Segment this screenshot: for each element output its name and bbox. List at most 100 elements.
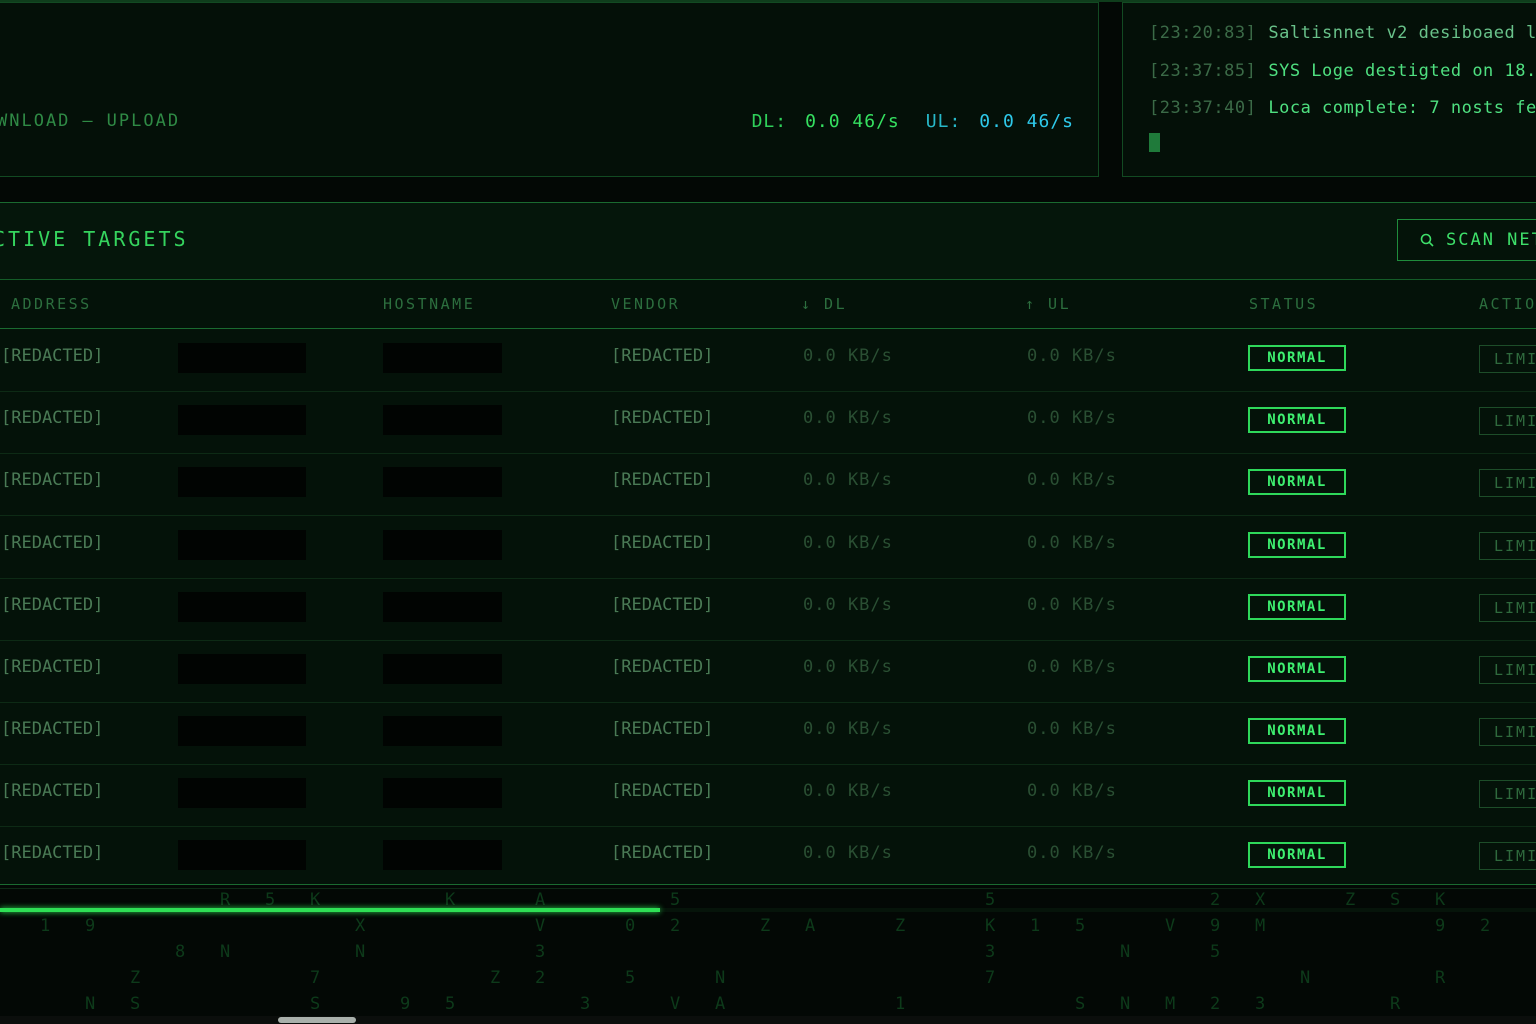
matrix-glyph: S — [1075, 994, 1086, 1014]
limit-button[interactable]: LIMIT — [1479, 718, 1536, 746]
column-header-hostname[interactable]: HOSTNAME — [383, 295, 475, 313]
table-row[interactable]: [REDACTED] [REDACTED] 0.0 KB/s 0.0 KB/s NORM… — [0, 764, 1536, 827]
redaction-block — [178, 716, 306, 746]
status-badge: NORMAL — [1248, 345, 1346, 371]
limit-button[interactable]: LIMIT — [1479, 469, 1536, 497]
scrollbar-thumb[interactable] — [278, 1017, 356, 1023]
dl-cell: 0.0 KB/s — [803, 595, 893, 615]
column-header-vendor[interactable]: VENDOR — [611, 295, 680, 313]
vendor-cell: [REDACTED] — [611, 781, 714, 801]
column-header-ip[interactable]: ADDRESS — [11, 295, 92, 313]
matrix-glyph: 3 — [535, 942, 546, 962]
scan-network-button[interactable]: SCAN NET — [1397, 219, 1536, 261]
traffic-panel: WNLOAD — UPLOAD DL: 0.0 46/s UL: 0.0 46/s — [0, 2, 1099, 177]
matrix-glyph: 2 — [1480, 916, 1491, 936]
redaction-block — [178, 778, 306, 808]
matrix-glyph: 2 — [1210, 890, 1221, 910]
dl-cell: 0.0 KB/s — [803, 408, 893, 428]
limit-button[interactable]: LIMIT — [1479, 594, 1536, 622]
matrix-glyph: X — [1255, 890, 1266, 910]
dl-cell: 0.0 KB/s — [803, 719, 893, 739]
limit-button[interactable]: LIMIT — [1479, 656, 1536, 684]
ul-cell: 0.0 KB/s — [1027, 595, 1117, 615]
status-badge: NORMAL — [1248, 407, 1346, 433]
matrix-glyph: Z — [490, 968, 501, 988]
ip-cell: [REDACTED] — [1, 781, 104, 801]
table-row[interactable]: [REDACTED] [REDACTED] 0.0 KB/s 0.0 KB/s NORM… — [0, 329, 1536, 392]
table-header: ADDRESS HOSTNAME VENDOR ↓ DL ↑ UL STATUS… — [0, 279, 1536, 329]
log-entry: [23:20:83] Saltisnnet v2 desiboaed l — [1149, 23, 1536, 43]
dl-rate-value: 0.0 46/s — [805, 111, 900, 132]
matrix-glyph: 9 — [400, 994, 411, 1014]
status-badge: NORMAL — [1248, 469, 1346, 495]
ul-rate-value: 0.0 46/s — [979, 111, 1074, 132]
targets-title: CTIVE TARGETS — [0, 227, 189, 251]
matrix-glyph: Z — [760, 916, 771, 936]
vendor-cell: [REDACTED] — [611, 657, 714, 677]
dl-cell: 0.0 KB/s — [803, 533, 893, 553]
hostname-redaction-block — [383, 592, 502, 622]
log-message: Loca complete: 7 nosts fe — [1268, 98, 1536, 118]
column-header-status[interactable]: STATUS — [1249, 295, 1318, 313]
matrix-glyph: 3 — [985, 942, 996, 962]
matrix-glyph: N — [220, 942, 231, 962]
matrix-glyph: Z — [130, 968, 141, 988]
table-row[interactable]: [REDACTED] [REDACTED] 0.0 KB/s 0.0 KB/s NORM… — [0, 516, 1536, 579]
matrix-glyph: N — [1120, 994, 1131, 1014]
matrix-glyph: 2 — [670, 916, 681, 936]
legend-separator: — — [82, 111, 95, 131]
matrix-glyph: Z — [1345, 890, 1356, 910]
dl-cell: 0.0 KB/s — [803, 470, 893, 490]
status-badge: NORMAL — [1248, 594, 1346, 620]
column-header-ul[interactable]: ↑ UL — [1025, 295, 1071, 313]
status-badge: NORMAL — [1248, 780, 1346, 806]
table-row[interactable]: [REDACTED] [REDACTED] 0.0 KB/s 0.0 KB/s NORM… — [0, 391, 1536, 454]
legend-download: WNLOAD — [0, 111, 71, 131]
log-entry: [23:37:40] Loca complete: 7 nosts fe — [1149, 98, 1536, 118]
table-row[interactable]: [REDACTED] [REDACTED] 0.0 KB/s 0.0 KB/s NORM… — [0, 826, 1536, 889]
matrix-glyph: K — [310, 890, 321, 910]
limit-button[interactable]: LIMIT — [1479, 532, 1536, 560]
matrix-glyph: V — [1165, 916, 1176, 936]
table-row[interactable]: [REDACTED] [REDACTED] 0.0 KB/s 0.0 KB/s NORM… — [0, 702, 1536, 765]
table-row[interactable]: [REDACTED] [REDACTED] 0.0 KB/s 0.0 KB/s NORM… — [0, 453, 1536, 516]
matrix-glyph: A — [715, 994, 726, 1014]
table-row[interactable]: [REDACTED] [REDACTED] 0.0 KB/s 0.0 KB/s NORM… — [0, 640, 1536, 703]
limit-button[interactable]: LIMIT — [1479, 407, 1536, 435]
matrix-glyph: 1 — [895, 994, 906, 1014]
limit-button[interactable]: LIMIT — [1479, 780, 1536, 808]
limit-button[interactable]: LIMIT — [1479, 842, 1536, 870]
matrix-glyph: 5 — [670, 890, 681, 910]
matrix-glyph: Z — [895, 916, 906, 936]
status-badge: NORMAL — [1248, 532, 1346, 558]
hostname-redaction-block — [383, 405, 502, 435]
log-timestamp: [23:37:85] — [1149, 61, 1257, 81]
matrix-glyph: K — [445, 890, 456, 910]
matrix-glyph: 5 — [1210, 942, 1221, 962]
ul-cell: 0.0 KB/s — [1027, 470, 1117, 490]
redaction-block — [178, 467, 306, 497]
matrix-glyph: 7 — [985, 968, 996, 988]
matrix-glyph: S — [1390, 890, 1401, 910]
ip-cell: [REDACTED] — [1, 719, 104, 739]
redaction-block — [178, 840, 306, 870]
matrix-glyph: 0 — [625, 916, 636, 936]
bottom-scrollbar-track[interactable] — [0, 1016, 1536, 1024]
column-header-dl[interactable]: ↓ DL — [801, 295, 847, 313]
vendor-cell: [REDACTED] — [611, 346, 714, 366]
table-row[interactable]: [REDACTED] [REDACTED] 0.0 KB/s 0.0 KB/s NORM… — [0, 578, 1536, 641]
matrix-glyph: A — [535, 890, 546, 910]
log-timestamp: [23:20:83] — [1149, 23, 1257, 43]
hostname-redaction-block — [383, 654, 502, 684]
matrix-glyph: N — [85, 994, 96, 1014]
targets-header: CTIVE TARGETS SCAN NET — [0, 203, 1536, 280]
matrix-glyph: A — [805, 916, 816, 936]
scan-network-label: SCAN NET — [1446, 230, 1536, 250]
status-badge: NORMAL — [1248, 842, 1346, 868]
dl-cell: 0.0 KB/s — [803, 346, 893, 366]
traffic-rates: DL: 0.0 46/s UL: 0.0 46/s — [752, 111, 1074, 132]
matrix-glyph: 9 — [1210, 916, 1221, 936]
ip-cell: [REDACTED] — [1, 533, 104, 553]
status-badge: NORMAL — [1248, 656, 1346, 682]
limit-button[interactable]: LIMIT — [1479, 345, 1536, 373]
